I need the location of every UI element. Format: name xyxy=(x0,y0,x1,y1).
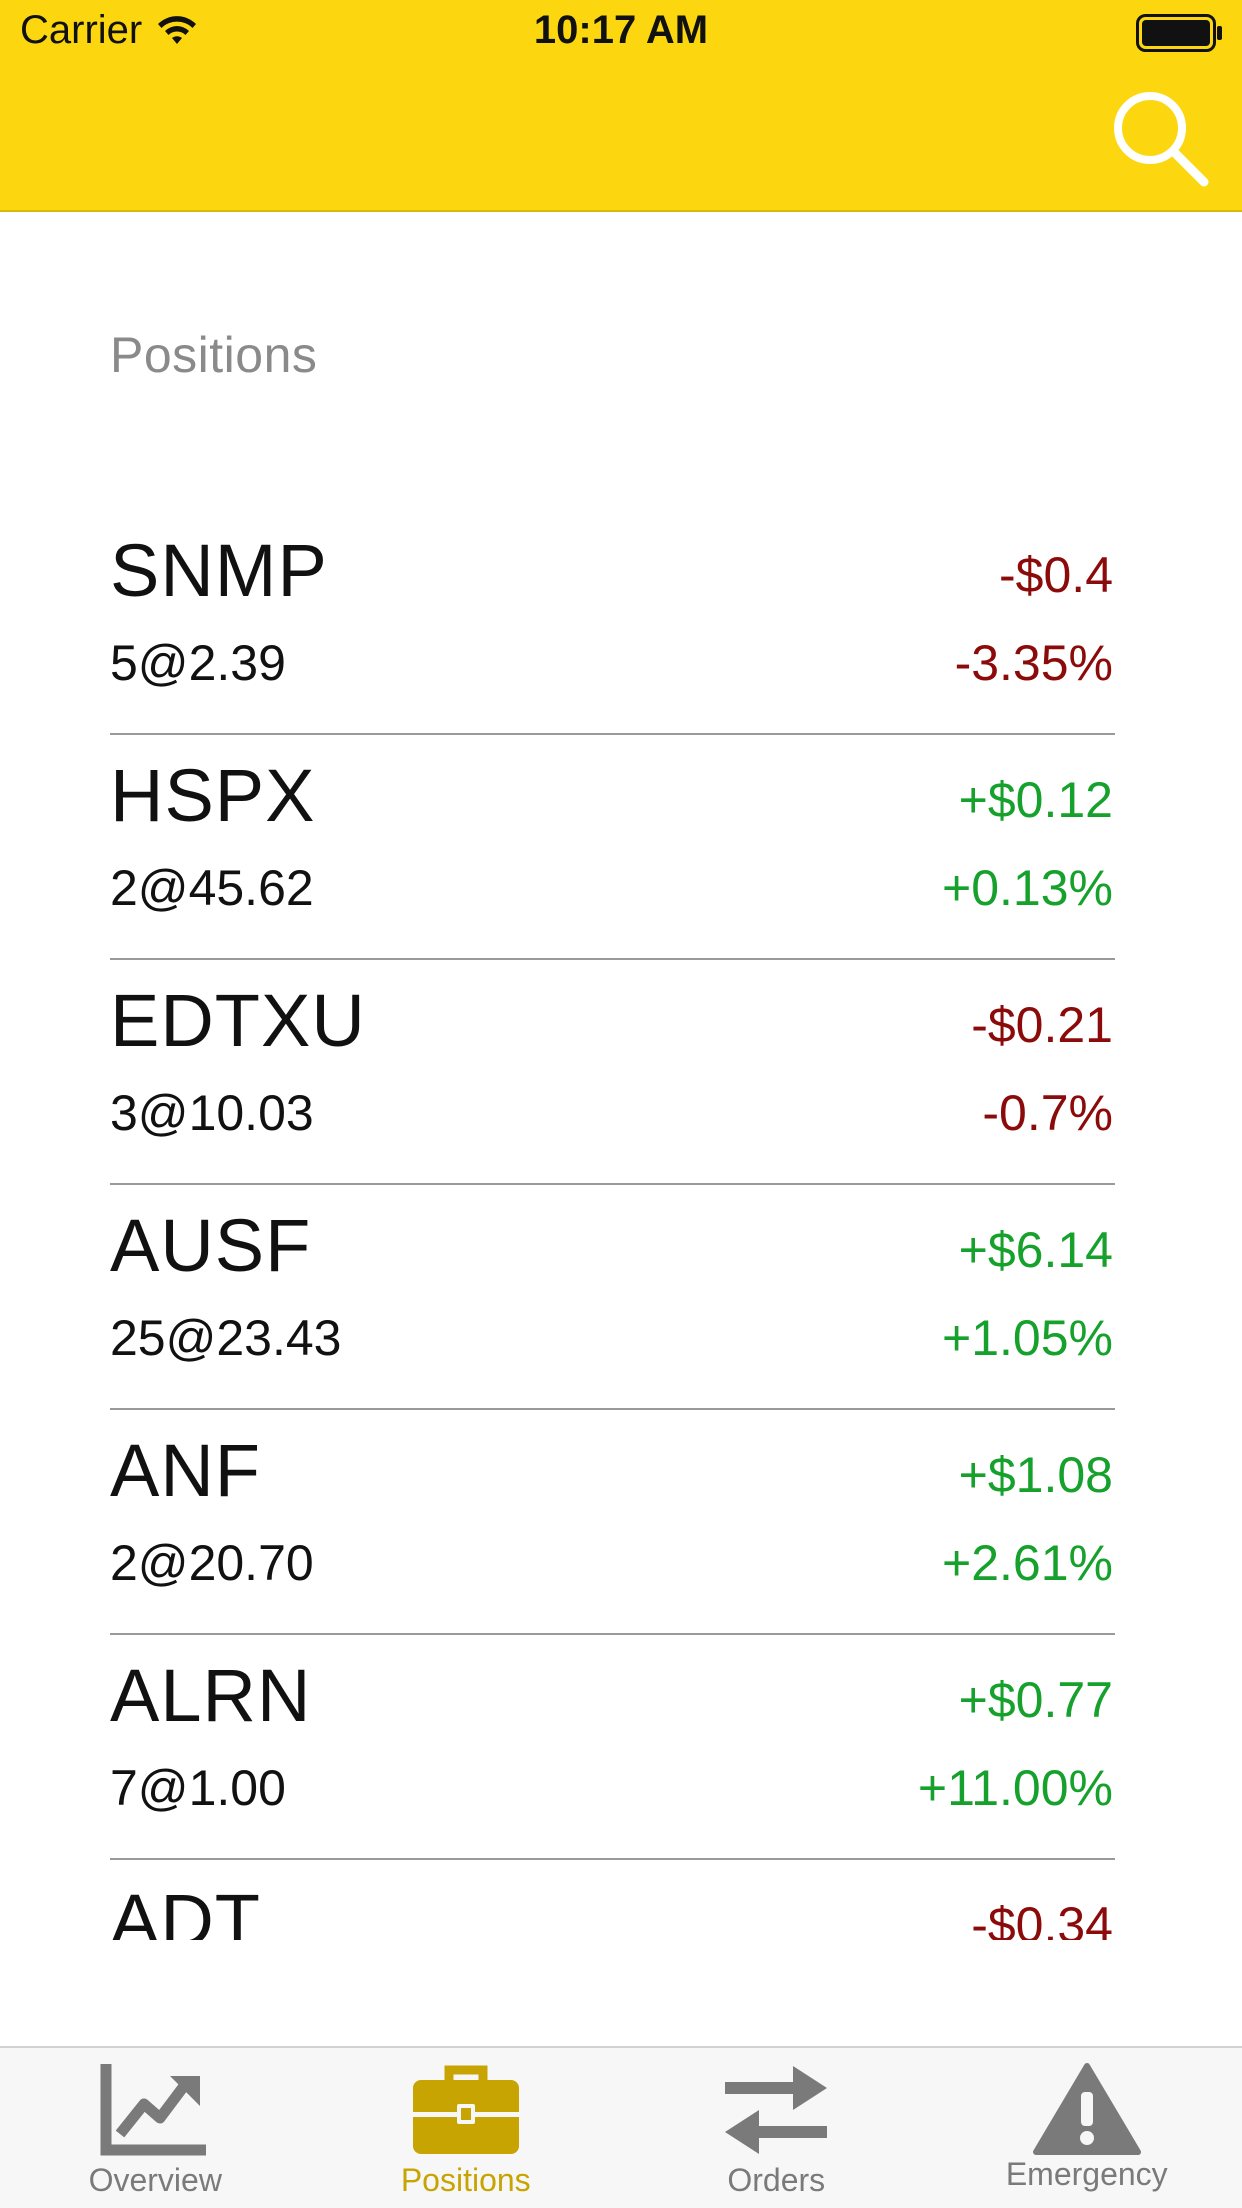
position-change: +$0.77 xyxy=(958,1672,1113,1728)
position-row[interactable]: SNMP 5@2.39 -$0.4 -3.35% xyxy=(110,510,1115,735)
position-symbol: ALRN xyxy=(110,1654,312,1737)
search-button[interactable] xyxy=(1112,90,1212,190)
position-change: +$0.12 xyxy=(958,772,1113,828)
position-quantity: 25@23.43 xyxy=(110,1310,342,1366)
position-symbol: EDTXU xyxy=(110,979,366,1062)
position-change: -$0.4 xyxy=(999,547,1113,603)
position-percent: -0.7% xyxy=(982,1085,1113,1141)
position-row[interactable]: EDTXU 3@10.03 -$0.21 -0.7% xyxy=(110,960,1115,1185)
position-percent: -3.35% xyxy=(954,635,1113,691)
tab-bar: Overview Positions Orders Emergency xyxy=(0,2046,1242,2208)
position-row[interactable]: HSPX 2@45.62 +$0.12 +0.13% xyxy=(110,735,1115,960)
position-percent: +1.05% xyxy=(942,1310,1113,1366)
position-row[interactable]: AUSF 25@23.43 +$6.14 +1.05% xyxy=(110,1185,1115,1410)
position-row[interactable]: ALRN 7@1.00 +$0.77 +11.00% xyxy=(110,1635,1115,1860)
briefcase-icon xyxy=(412,2065,519,2154)
position-percent: +11.00% xyxy=(917,1760,1113,1816)
positions-list[interactable]: SNMP 5@2.39 -$0.4 -3.35% HSPX 2@45.62 +$… xyxy=(0,510,1242,1940)
tab-orders[interactable]: Orders xyxy=(621,2048,932,2208)
position-quantity: 5@2.39 xyxy=(110,635,286,691)
position-symbol: AUSF xyxy=(110,1204,312,1287)
position-change: +$1.08 xyxy=(958,1447,1113,1503)
position-quantity: 3@10.03 xyxy=(110,1085,314,1141)
position-symbol: ANF xyxy=(110,1429,261,1512)
tab-emergency[interactable]: Emergency xyxy=(932,2048,1242,2208)
position-percent: +2.61% xyxy=(942,1535,1113,1591)
position-quantity: 2@45.62 xyxy=(110,860,314,916)
position-change: -$0.21 xyxy=(971,997,1113,1053)
tab-overview-label: Overview xyxy=(88,2162,222,2198)
position-quantity: 7@1.00 xyxy=(110,1760,286,1816)
page-title: Positions xyxy=(110,327,318,383)
battery-icon xyxy=(1136,14,1224,52)
position-change: -$0.34 xyxy=(971,1897,1113,1940)
position-symbol: SNMP xyxy=(110,529,328,612)
nav-header: Carrier 10:17 AM xyxy=(0,0,1242,212)
swap-arrows-icon xyxy=(725,2066,828,2154)
chart-icon xyxy=(100,2064,207,2156)
position-symbol: ADT xyxy=(110,1879,261,1941)
status-time: 10:17 AM xyxy=(533,8,709,52)
tab-orders-label: Orders xyxy=(727,2162,826,2198)
tab-positions-label: Positions xyxy=(400,2162,531,2198)
warning-icon xyxy=(1032,2063,1141,2155)
tab-overview[interactable]: Overview xyxy=(0,2048,311,2208)
position-row[interactable]: ANF 2@20.70 +$1.08 +2.61% xyxy=(110,1410,1115,1635)
tab-positions[interactable]: Positions xyxy=(311,2048,622,2208)
position-change: +$6.14 xyxy=(958,1222,1113,1278)
search-icon xyxy=(1114,92,1209,187)
position-row[interactable]: ADT -$0.34 xyxy=(110,1860,1115,1941)
position-percent: +0.13% xyxy=(942,860,1113,916)
position-symbol: HSPX xyxy=(110,754,316,837)
tab-emergency-label: Emergency xyxy=(1005,2156,1168,2192)
position-quantity: 2@20.70 xyxy=(110,1535,314,1591)
